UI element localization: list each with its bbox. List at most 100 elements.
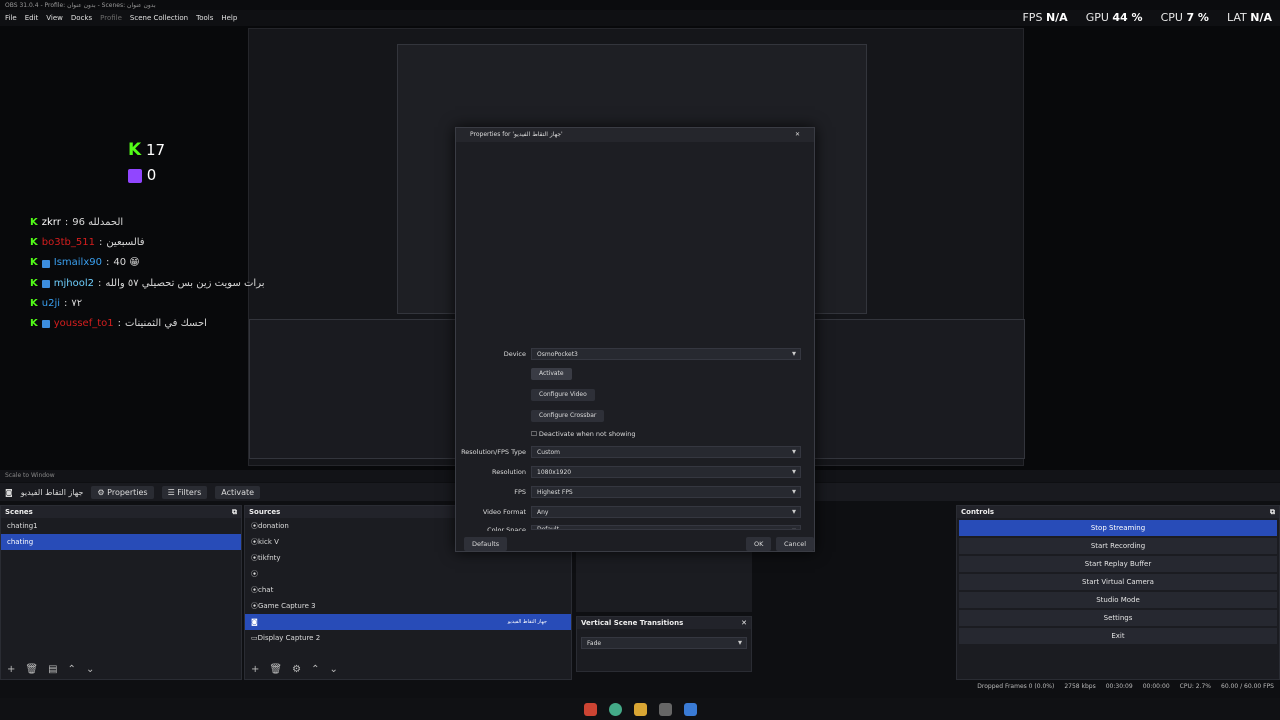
dialog-preview xyxy=(462,146,808,358)
obs-icon[interactable] xyxy=(583,702,597,716)
scenes-dock: Scenes ⧉ chating1 chating + 🗑 ▤ ⌃ ⌄ xyxy=(0,505,242,680)
menu-view[interactable]: View xyxy=(46,14,63,22)
source-item-selected[interactable]: ◙ جهاز التقاط الفيديو xyxy=(245,614,571,630)
fps-label: FPS xyxy=(514,488,526,496)
cancel-button[interactable]: Cancel xyxy=(776,537,815,551)
chat-text: برات سويت زين بس تحصيلي ٥٧ والله xyxy=(105,277,265,289)
chat-user: mjhool2 xyxy=(53,277,94,289)
taskbar xyxy=(0,698,1280,720)
controls-dock: Controls ⧉ Stop Streaming Start Recording… xyxy=(956,505,1280,680)
menu-profile[interactable]: Profile xyxy=(100,14,122,22)
source-item[interactable]: ⦿ chat xyxy=(245,582,571,598)
chat-text: فالسبعين xyxy=(106,237,145,249)
chat-message: Ku2ji : ٧٢ xyxy=(30,294,265,314)
kick-counter: K 17 xyxy=(128,140,166,160)
sources-toolbar: + 🗑 ⚙ ⌃ ⌄ xyxy=(245,660,344,679)
device-select[interactable]: OsmoPocket3 xyxy=(531,348,801,360)
source-item[interactable]: ▭ Display Capture 2 xyxy=(245,630,571,646)
fps-select[interactable]: Highest FPS xyxy=(531,486,801,498)
color-space-label: Color Space xyxy=(487,526,526,531)
source-item[interactable]: ⦿ Game Capture 3 xyxy=(245,598,571,614)
kick-icon: K xyxy=(30,257,38,269)
chat-user: zkrr xyxy=(41,217,61,228)
activate-button[interactable]: Activate xyxy=(215,485,261,499)
chat-message: K Ismailx90 : 40 😁 xyxy=(30,253,265,273)
remove-icon[interactable]: 🗑 xyxy=(25,664,38,675)
menu-file[interactable]: File xyxy=(5,14,17,22)
filters-button[interactable]: ☰ Filters xyxy=(161,485,208,499)
vertical-transitions-dock: Vertical Scene Transitions ✕ Fade xyxy=(576,616,752,672)
source-item[interactable]: ⦿ xyxy=(245,566,571,582)
chat-text: ٧٢ xyxy=(71,297,83,309)
exit-button[interactable]: Exit xyxy=(959,628,1277,644)
properties-dialog: Properties for 'جهاز التقاط الفيديو' ✕ De… xyxy=(455,127,815,552)
menu-scene-collection[interactable]: Scene Collection xyxy=(130,14,188,22)
chrome-icon[interactable] xyxy=(608,702,622,716)
scene-item[interactable]: chating1 xyxy=(1,518,241,534)
gpu-stat: GPU 44 % xyxy=(1085,11,1143,24)
video-format-select[interactable]: Any xyxy=(531,506,801,518)
chat-user: u2ji xyxy=(41,297,61,309)
up-icon[interactable]: ⌃ xyxy=(68,664,76,675)
scene-item[interactable]: chating xyxy=(1,534,241,550)
settings-button[interactable]: Settings xyxy=(959,610,1277,626)
chat-text: احسك في الثمنينات xyxy=(125,318,207,330)
ok-button[interactable]: OK xyxy=(746,537,772,551)
start-recording-button[interactable]: Start Recording xyxy=(959,538,1277,554)
vertical-transitions-title: Vertical Scene Transitions xyxy=(581,619,684,627)
controls-title: Controls xyxy=(961,508,995,516)
cpu-usage: CPU: 2.7% xyxy=(1179,683,1212,690)
chat-text: 40 😁 xyxy=(113,257,140,269)
res-type-label: Resolution/FPS Type xyxy=(461,448,526,456)
start-virtual-camera-button[interactable]: Start Virtual Camera xyxy=(959,574,1277,590)
res-type-select[interactable]: Custom xyxy=(531,446,801,458)
activate-dialog-button[interactable]: Activate xyxy=(531,368,572,380)
chat-message: Kzkrr : 96 الحمدلله xyxy=(30,213,265,233)
close-icon[interactable]: ✕ xyxy=(741,619,747,627)
menu-edit[interactable]: Edit xyxy=(25,14,39,22)
remove-icon[interactable]: 🗑 xyxy=(269,664,282,675)
down-icon[interactable]: ⌄ xyxy=(329,664,337,675)
dialog-titlebar: Properties for 'جهاز التقاط الفيديو' ✕ xyxy=(456,128,814,142)
checkbox-icon: ☐ xyxy=(531,430,537,438)
chat-message: Kmjhool2 : برات سويت زين بس تحصيلي ٥٧ وا… xyxy=(30,274,265,294)
windows-icon[interactable] xyxy=(683,702,697,716)
folder-icon[interactable] xyxy=(633,702,647,716)
menu-docks[interactable]: Docks xyxy=(71,14,92,22)
gear-icon[interactable]: ⚙ xyxy=(292,664,301,675)
cpu-stat: CPU 7 % xyxy=(1160,11,1209,24)
configure-crossbar-button[interactable]: Configure Crossbar xyxy=(531,410,605,422)
resolution-label: Resolution xyxy=(492,468,526,476)
transition-select[interactable]: Fade xyxy=(581,637,747,649)
app-icon[interactable] xyxy=(658,702,672,716)
add-icon[interactable]: + xyxy=(251,664,259,675)
studio-mode-button[interactable]: Studio Mode xyxy=(959,592,1277,608)
sources-title: Sources xyxy=(249,508,281,516)
properties-button[interactable]: ⚙ Properties xyxy=(91,485,154,499)
chat-message: Kbo3tb_511 : فالسبعين xyxy=(30,233,265,253)
scenes-title: Scenes xyxy=(5,508,33,516)
undock-icon[interactable]: ⧉ xyxy=(1270,508,1275,516)
filter-icon[interactable]: ▤ xyxy=(48,664,57,675)
resolution-select[interactable]: 1080x1920 xyxy=(531,466,801,478)
up-icon[interactable]: ⌃ xyxy=(311,664,319,675)
deactivate-checkbox-row[interactable]: ☐ Deactivate when not showing xyxy=(531,430,635,438)
chat-user: youssef_to1 xyxy=(53,318,114,330)
configure-video-button[interactable]: Configure Video xyxy=(531,389,595,401)
defaults-button[interactable]: Defaults xyxy=(464,537,508,551)
start-replay-buffer-button[interactable]: Start Replay Buffer xyxy=(959,556,1277,572)
kick-icon: K xyxy=(30,237,38,249)
scenes-toolbar: + 🗑 ▤ ⌃ ⌄ xyxy=(1,660,100,679)
kick-icon: K xyxy=(30,217,38,228)
kick-icon: K xyxy=(30,297,38,309)
source-item[interactable]: ⦿ tikfnty xyxy=(245,550,571,566)
menu-tools[interactable]: Tools xyxy=(196,14,213,22)
color-space-select[interactable]: Default xyxy=(531,525,801,530)
add-icon[interactable]: + xyxy=(7,664,15,675)
undock-icon[interactable]: ⧉ xyxy=(232,508,237,516)
close-icon[interactable]: ✕ xyxy=(795,131,800,139)
stop-streaming-button[interactable]: Stop Streaming xyxy=(959,520,1277,536)
menu-help[interactable]: Help xyxy=(221,14,237,22)
chat-user: bo3tb_511 xyxy=(41,237,95,249)
down-icon[interactable]: ⌄ xyxy=(86,664,94,675)
